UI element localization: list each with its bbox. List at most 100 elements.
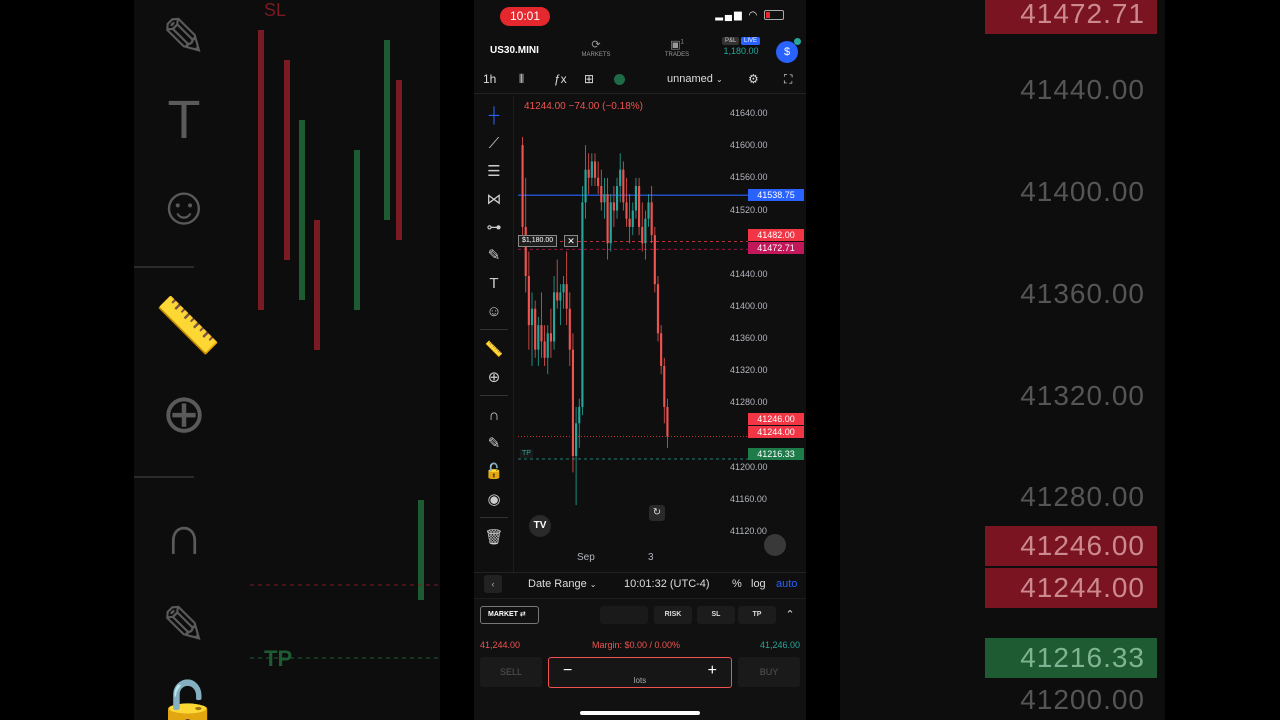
risk-button[interactable]: RISK	[654, 606, 692, 624]
price-chart[interactable]: 41244.00 −74.00 (−0.18%) 41640.00 41600.…	[516, 96, 806, 556]
bg-price-label: 41440.00	[1020, 74, 1145, 105]
trades-button[interactable]: ▣1 TRADES	[657, 38, 697, 58]
y-tick-label: 41560.00	[730, 172, 768, 182]
candle-body	[559, 292, 562, 301]
emoji-icon[interactable]: ☺	[482, 302, 506, 322]
take-profit-tag[interactable]: TP	[520, 449, 533, 458]
chart-canvas	[518, 136, 748, 506]
y-tick-label: 41600.00	[730, 140, 768, 150]
stop-loss-price-badge[interactable]: 41482.00	[748, 229, 804, 241]
take-profit-price-badge[interactable]: 41216.33	[748, 448, 804, 460]
ask-price-badge: 41246.00	[748, 413, 804, 425]
chevron-left-icon[interactable]: ‹	[484, 575, 502, 593]
lots-stepper[interactable]: − + lots	[548, 657, 732, 688]
sl-tag-bg: SL	[264, 0, 287, 20]
y-tick-label: 41520.00	[730, 205, 768, 215]
x-tick-label: 3	[648, 552, 654, 563]
brush-icon[interactable]: ✎	[482, 246, 506, 266]
divider	[480, 517, 508, 518]
visibility-icon[interactable]: ◉	[482, 490, 506, 510]
candle-body	[622, 169, 625, 203]
candle-type-icon[interactable]: ⫴	[519, 72, 524, 87]
candle-body	[556, 292, 559, 301]
candle-body	[597, 177, 600, 186]
take-profit-button[interactable]: TP	[738, 606, 776, 624]
sell-button[interactable]: SELL	[480, 657, 542, 687]
text-tool-icon[interactable]: T	[482, 274, 506, 294]
templates-icon[interactable]: ⊞	[584, 72, 594, 86]
candle-body	[628, 218, 631, 227]
trash-icon[interactable]: 🗑	[482, 528, 506, 548]
log-scale-toggle[interactable]: log	[751, 578, 766, 590]
markets-button[interactable]: ⟳ MARKETS	[576, 38, 616, 58]
candle-body	[543, 341, 546, 358]
order-option-slot	[600, 606, 648, 624]
background-left-zoom: ✎ T ☺ 📏 ⊕ ∩ ✎ 🔓 SL TP	[134, 0, 440, 720]
auto-scale-toggle[interactable]: auto	[776, 578, 797, 590]
bid-price-badge: 41244.00	[748, 426, 804, 438]
candle-body	[656, 284, 660, 334]
signal-icon: ▂▄▆	[715, 10, 744, 21]
candle-body	[638, 186, 641, 227]
indicators-button[interactable]: ƒx	[554, 72, 567, 86]
pnl-display[interactable]: P&L LIVE 1,180.00	[722, 37, 761, 56]
pattern-icon[interactable]: ⋈	[482, 190, 506, 210]
candle-body	[660, 333, 663, 366]
horizontal-line-price-badge[interactable]: 41538.75	[748, 189, 804, 201]
divider	[480, 395, 508, 396]
status-icons: ▂▄▆ ◠	[715, 10, 784, 21]
timezone-clock[interactable]: 10:01:32 (UTC-4)	[624, 578, 710, 590]
ohlc-readout: 41244.00 −74.00 (−0.18%)	[524, 101, 643, 112]
close-position-icon[interactable]: ✕	[564, 235, 578, 247]
candle-body	[527, 276, 530, 326]
reset-chart-icon[interactable]: ↻	[649, 505, 665, 521]
order-type-button[interactable]: MARKET ⇄	[480, 606, 539, 624]
chevron-down-icon: ⌄	[589, 580, 597, 589]
date-range-button[interactable]: Date Range ⌄	[528, 578, 596, 590]
ruler-icon[interactable]: 📏	[482, 340, 506, 360]
y-tick-label: 41320.00	[730, 365, 768, 375]
briefcase-icon: ▣1	[670, 39, 684, 51]
candle-body	[600, 186, 603, 203]
lock-drawing-icon[interactable]: ✎	[482, 434, 506, 454]
margin-info: Margin: $0.00 / 0.00%	[592, 640, 681, 650]
candle-body	[647, 202, 650, 219]
candle-body	[653, 235, 656, 285]
chevron-up-icon[interactable]: ⌃	[780, 606, 800, 624]
home-indicator[interactable]	[580, 711, 700, 715]
candle-body	[578, 406, 581, 424]
chart-bottom-bar: ‹ Date Range ⌄ 10:01:32 (UTC-4) % log au…	[474, 572, 806, 596]
bg-price-label: 41246.00	[985, 526, 1157, 566]
buy-button[interactable]: BUY	[738, 657, 800, 687]
layout-selector[interactable]: unnamed ⌄	[667, 73, 723, 85]
forecast-icon[interactable]: ⊶	[482, 218, 506, 238]
candle-body	[631, 210, 634, 227]
percent-scale-toggle[interactable]: %	[732, 578, 742, 590]
fullscreen-icon[interactable]: ⛶	[784, 72, 792, 87]
position-pnl-label[interactable]: $1,180.00	[518, 235, 558, 247]
lots-label: lots	[633, 676, 647, 685]
online-indicator	[794, 38, 801, 45]
wifi-icon: ◠	[748, 10, 760, 21]
settings-gear-icon[interactable]: ⚙	[748, 72, 759, 86]
y-tick-label: 41120.00	[730, 526, 767, 536]
tradingview-logo[interactable]: TV	[529, 515, 551, 537]
candle-body	[537, 325, 540, 350]
lock-icon[interactable]: 🔓	[482, 462, 506, 482]
fib-lines-icon[interactable]: ☰	[482, 162, 506, 182]
bg-price-label: 41400.00	[1020, 176, 1145, 207]
symbol-name[interactable]: US30.MINI	[490, 45, 539, 56]
zoom-in-icon[interactable]: ⊕	[482, 368, 506, 388]
interval-selector[interactable]: 1h	[483, 72, 496, 86]
y-tick-label: 41640.00	[730, 108, 768, 118]
y-tick-label: 41280.00	[730, 397, 768, 407]
trendline-icon[interactable]: ⟋	[482, 134, 506, 154]
crosshair-icon[interactable]: ┼	[482, 106, 506, 126]
x-tick-label: Sep	[577, 552, 595, 563]
magnet-icon[interactable]: ∩	[482, 406, 506, 426]
tp-tag-bg: TP	[264, 646, 293, 671]
stop-loss-button[interactable]: SL	[697, 606, 735, 624]
phone-screen: 10:01 ▂▄▆ ◠ US30.MINI ⟳ MARKETS ▣1 TRADE…	[474, 0, 806, 720]
stop-loss-secondary-badge[interactable]: 41472.71	[748, 242, 804, 254]
candle-body	[530, 308, 534, 326]
